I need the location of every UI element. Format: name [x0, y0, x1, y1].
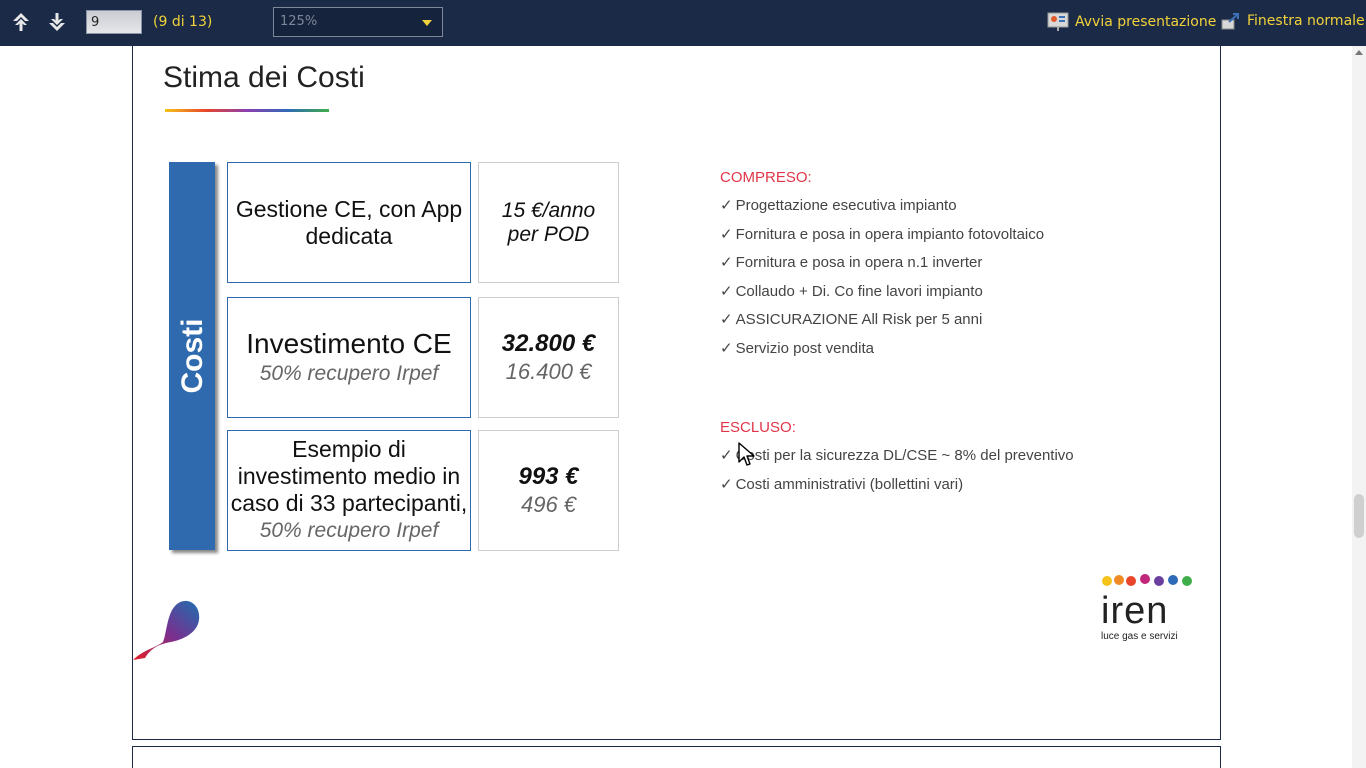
list-item: ✓ Fornitura e posa in opera n.1 inverter	[720, 249, 1044, 278]
normal-window-label: Finestra normale	[1247, 13, 1365, 29]
scrollbar-thumb[interactable]	[1354, 494, 1364, 538]
list-item-text: ASSICURAZIONE All Risk per 5 anni	[735, 311, 983, 328]
list-item: ✓ Costi amministrativi (bollettini vari)	[720, 471, 1074, 500]
cost-label-line: dedicata	[305, 222, 393, 249]
slide-page: Stima dei Costi Costi Gestione CE, con A…	[132, 46, 1221, 740]
list-item: ✓ Fornitura e posa in opera impianto foto…	[720, 221, 1044, 250]
cost-value-line: per POD	[507, 222, 590, 246]
normal-window-button[interactable]: Finestra normale	[1221, 11, 1365, 31]
decorative-shape-icon	[133, 600, 200, 660]
logo-wave-icon	[1102, 574, 1192, 586]
presentation-icon	[1047, 12, 1069, 31]
included-heading: COMPRESO:	[720, 169, 812, 186]
start-presentation-button[interactable]: Avvia presentazione	[1047, 11, 1216, 33]
start-presentation-label: Avvia presentazione	[1075, 14, 1217, 30]
document-viewport[interactable]: Stima dei Costi Costi Gestione CE, con A…	[0, 46, 1352, 768]
list-item-text: Costi per la sicurezza DL/CSE ~ 8% del p…	[735, 447, 1074, 464]
title-underline	[165, 109, 329, 112]
list-item: ✓ Progettazione esecutiva impianto	[720, 192, 1044, 221]
list-item-text: Progettazione esecutiva impianto	[735, 197, 957, 214]
excluded-heading: ESCLUSO:	[720, 419, 796, 436]
cost-label-sub: 50% recupero Irpef	[259, 361, 439, 385]
list-item-text: Servizio post vendita	[735, 339, 874, 357]
check-icon: ✓	[720, 225, 733, 243]
zoom-select[interactable]: 125%	[273, 7, 443, 37]
cost-value-main: 993 €	[518, 462, 579, 490]
check-icon: ✓	[720, 282, 733, 300]
cost-value-box: 15 €/anno per POD	[478, 162, 619, 283]
cost-label-line: Esempio di	[292, 436, 406, 462]
check-icon: ✓	[720, 339, 733, 357]
check-icon: ✓	[720, 311, 733, 328]
cost-value-box: 32.800 € 16.400 €	[478, 297, 619, 418]
cost-label-box: Esempio di investimento medio in caso di…	[227, 430, 471, 551]
cost-value-line: 15 €/anno	[501, 198, 596, 222]
scroll-up-icon[interactable]	[1355, 50, 1363, 55]
check-icon: ✓	[720, 254, 733, 271]
page-number-input[interactable]	[86, 10, 142, 34]
viewer-toolbar: (9 di 13) 125% Avvia presentazione Fines…	[0, 0, 1366, 46]
cost-label-box: Gestione CE, con App dedicata	[227, 162, 471, 283]
cost-label-main: Investimento CE	[246, 327, 452, 359]
cost-label-line: Gestione CE, con App	[235, 195, 463, 222]
logo-text: iren	[1101, 590, 1169, 632]
list-item-text: Fornitura e posa in opera impianto fotov…	[735, 225, 1045, 243]
included-list: ✓ Progettazione esecutiva impianto ✓ Forni…	[720, 192, 1044, 363]
cost-label-line: investimento medio in	[237, 463, 461, 489]
check-icon: ✓	[720, 447, 733, 464]
window-restore-icon	[1221, 13, 1239, 30]
list-item: ✓ Servizio post vendita	[720, 335, 1044, 364]
list-item: ✓ ASSICURAZIONE All Risk per 5 anni	[720, 306, 1044, 335]
list-item: ✓ Collaudo + Di. Co fine lavori impianto	[720, 278, 1044, 307]
iren-logo: iren luce gas e servizi	[1101, 573, 1193, 642]
cost-label-line: caso di 33 partecipanti,	[230, 490, 468, 516]
costi-side-bar: Costi	[169, 162, 215, 550]
cost-value-sub: 496 €	[520, 491, 577, 517]
next-slide-page	[132, 746, 1221, 768]
cost-value-main: 32.800 €	[501, 329, 596, 357]
previous-page-icon[interactable]	[9, 10, 33, 34]
excluded-list: ✓ Costi per la sicurezza DL/CSE ~ 8% del …	[720, 442, 1074, 499]
costi-side-label: Costi	[176, 318, 209, 394]
list-item-text: Fornitura e posa in opera n.1 inverter	[735, 254, 983, 271]
vertical-scrollbar[interactable]	[1352, 46, 1366, 768]
list-item-text: Costi amministrativi (bollettini vari)	[735, 475, 964, 493]
chevron-down-icon	[422, 20, 432, 26]
list-item-text: Collaudo + Di. Co fine lavori impianto	[735, 282, 983, 300]
cost-value-sub: 16.400 €	[505, 358, 592, 384]
logo-tagline: luce gas e servizi	[1101, 631, 1178, 642]
check-icon: ✓	[720, 475, 733, 493]
check-icon: ✓	[720, 197, 733, 214]
zoom-value: 125%	[280, 14, 318, 29]
page-count: (9 di 13)	[153, 14, 213, 30]
cost-label-sub: 50% recupero Irpef	[259, 519, 439, 542]
list-item: ✓ Costi per la sicurezza DL/CSE ~ 8% del …	[720, 442, 1074, 471]
cost-label-box: Investimento CE 50% recupero Irpef	[227, 297, 471, 418]
next-page-icon[interactable]	[45, 10, 69, 34]
cost-value-box: 993 € 496 €	[478, 430, 619, 551]
mouse-pointer-icon	[738, 442, 755, 466]
slide-title: Stima dei Costi	[163, 61, 365, 94]
